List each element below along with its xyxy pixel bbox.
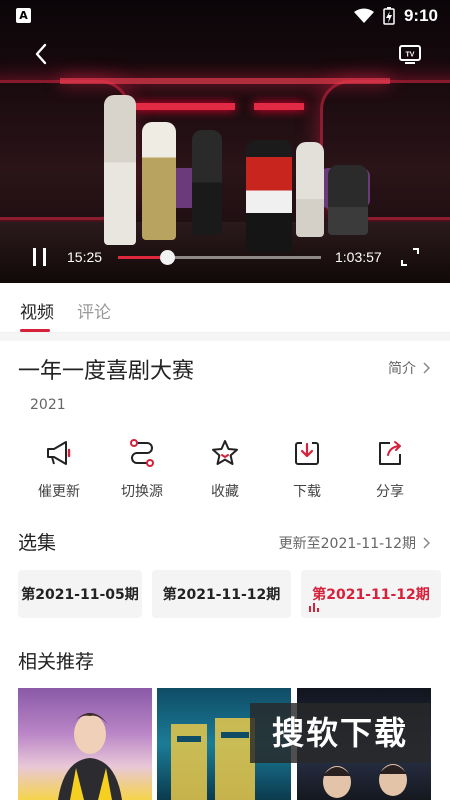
video-frame-decor xyxy=(104,95,136,245)
episode-label: 第2021-11-05期 xyxy=(21,587,139,603)
episode-item[interactable]: 第2021-11-12期 xyxy=(152,570,291,618)
urge-update-button[interactable]: 催更新 xyxy=(19,438,99,501)
now-playing-icon xyxy=(309,603,319,612)
share-label: 分享 xyxy=(376,484,404,500)
clock: 9:10 xyxy=(403,6,438,25)
chevron-right-icon xyxy=(423,537,430,549)
favorite-button[interactable]: 收藏 xyxy=(185,438,265,501)
episode-item[interactable]: 第2021-11-05期 xyxy=(18,570,142,618)
show-title: 一年一度喜剧大赛 xyxy=(18,359,195,384)
watermark: 搜软下载 xyxy=(250,703,430,763)
video-frame-decor xyxy=(254,103,304,110)
video-frame-decor xyxy=(246,140,292,252)
seek-bar-thumb[interactable] xyxy=(159,250,175,265)
episode-label: 第2021-11-12期 xyxy=(312,587,430,603)
total-time: 1:03:57 xyxy=(335,249,382,265)
favorite-label: 收藏 xyxy=(211,484,239,500)
tab-video[interactable]: 视频 xyxy=(20,298,54,323)
app-notification-icon: A xyxy=(16,8,31,23)
recommendation-thumbnail xyxy=(58,713,122,800)
recommendation-card[interactable] xyxy=(18,688,152,800)
tv-cast-icon[interactable]: TV xyxy=(398,42,422,66)
switch-source-icon xyxy=(130,439,154,467)
recommendations-title: 相关推荐 xyxy=(18,651,95,673)
video-frame-decor xyxy=(135,103,235,110)
star-icon xyxy=(212,440,238,465)
episodes-title: 选集 xyxy=(18,532,57,554)
video-frame-decor xyxy=(142,122,176,240)
section-divider xyxy=(0,333,450,341)
video-frame-decor xyxy=(296,142,324,237)
episode-item-active[interactable]: 第2021-11-12期 xyxy=(301,570,441,618)
megaphone-icon xyxy=(47,441,71,465)
action-bar: 催更新 切换源 收藏 下载 分享 xyxy=(0,438,450,508)
battery-icon xyxy=(383,7,395,25)
wifi-icon xyxy=(353,8,374,23)
urge-update-label: 催更新 xyxy=(38,484,80,500)
episodes-more-link[interactable]: 更新至2021-11-12期 xyxy=(279,533,430,553)
tab-comments[interactable]: 评论 xyxy=(77,298,111,323)
back-button[interactable] xyxy=(28,40,56,68)
share-button[interactable]: 分享 xyxy=(350,438,430,501)
share-icon xyxy=(379,441,401,465)
switch-source-label: 切换源 xyxy=(121,484,163,500)
download-label: 下载 xyxy=(293,484,321,500)
download-button[interactable]: 下载 xyxy=(267,438,347,501)
status-bar: A 9:10 xyxy=(0,0,450,32)
video-frame-decor xyxy=(60,78,390,84)
download-icon xyxy=(295,442,319,465)
seek-bar[interactable] xyxy=(118,250,321,265)
svg-text:TV: TV xyxy=(406,52,415,59)
fullscreen-icon[interactable] xyxy=(400,247,420,267)
playback-controls: 15:25 1:03:57 xyxy=(0,243,450,273)
episode-label: 第2021-11-12期 xyxy=(162,587,281,603)
video-player[interactable]: A 9:10 TV 15:25 1:03:57 xyxy=(0,0,450,283)
pause-button[interactable] xyxy=(31,248,49,266)
episodes-update-info: 更新至2021-11-12期 xyxy=(278,536,416,552)
intro-link[interactable]: 简介 xyxy=(388,358,430,378)
content-tabs: 视频 评论 xyxy=(0,283,450,333)
intro-link-label: 简介 xyxy=(388,361,416,377)
switch-source-button[interactable]: 切换源 xyxy=(102,438,182,501)
chevron-right-icon xyxy=(423,362,430,374)
current-time: 15:25 xyxy=(67,249,103,265)
video-frame-decor xyxy=(328,165,368,235)
active-tab-indicator xyxy=(20,329,50,332)
release-year: 2021 xyxy=(30,397,66,413)
video-frame-decor xyxy=(192,130,222,235)
